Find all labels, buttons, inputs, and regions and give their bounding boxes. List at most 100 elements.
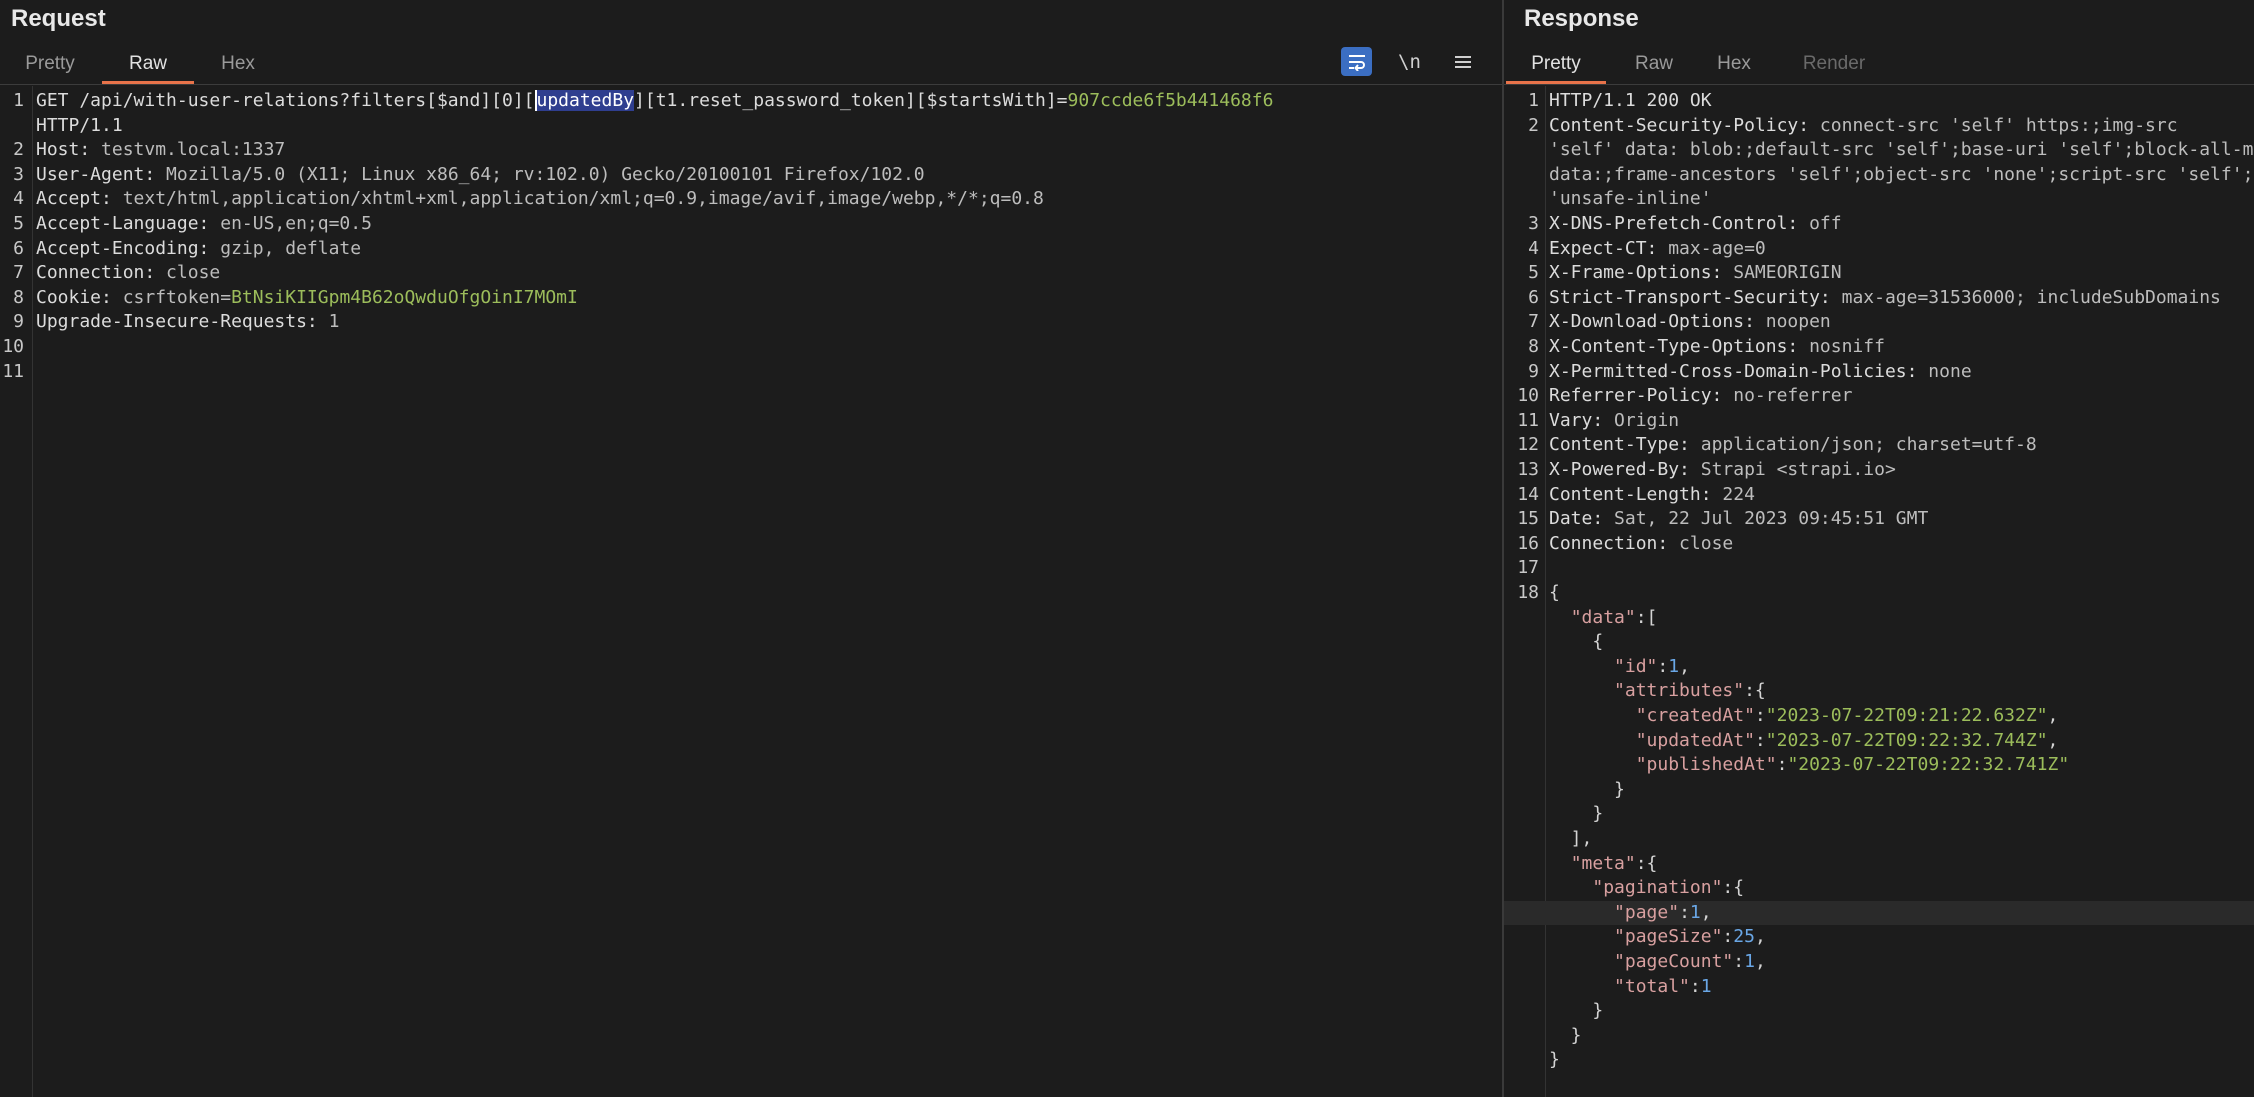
- hamburger-menu-icon[interactable]: [1447, 47, 1478, 76]
- line-number: 13: [1517, 459, 1539, 480]
- request-code-line[interactable]: 1 GET /api/with-user-relations?filters[$a…: [0, 89, 1502, 114]
- response-code-line[interactable]: "pageCount":1,: [1504, 950, 2254, 975]
- request-code-line[interactable]: 11: [0, 360, 1502, 385]
- response-code-line[interactable]: 10 Referrer-Policy: no-referrer: [1504, 384, 2254, 409]
- response-code-line[interactable]: 1 HTTP/1.1 200 OK: [1504, 89, 2254, 114]
- code-token: :{: [1722, 877, 1745, 899]
- response-code-line[interactable]: }: [1504, 778, 2254, 803]
- code-token: :: [1754, 729, 1766, 751]
- response-tab-hex[interactable]: Hex: [1699, 38, 1769, 81]
- line-content: }: [1549, 778, 1625, 803]
- response-code-line[interactable]: "meta":{: [1504, 852, 2254, 877]
- response-code-line[interactable]: 17: [1504, 556, 2254, 581]
- code-token: ,: [2047, 729, 2059, 751]
- line-content: Accept-Language: en-US,en;q=0.5: [36, 212, 372, 237]
- response-tab-raw[interactable]: Raw: [1619, 38, 1689, 81]
- response-code-line[interactable]: 4 Expect-CT: max-age=0: [1504, 237, 2254, 262]
- code-token: max-age=0: [1657, 237, 1766, 259]
- wrap-lines-icon[interactable]: [1341, 47, 1372, 76]
- code-token: }: [1549, 1000, 1604, 1022]
- response-code-line[interactable]: ],: [1504, 827, 2254, 852]
- line-content: Cookie: csrftoken=BtNsiKIIGpm4B62oQwduOf…: [36, 286, 578, 311]
- response-code-line[interactable]: 6 Strict-Transport-Security: max-age=3153…: [1504, 286, 2254, 311]
- request-code-line[interactable]: 2 Host: testvm.local:1337: [0, 138, 1502, 163]
- response-code-line[interactable]: 5 X-Frame-Options: SAMEORIGIN: [1504, 261, 2254, 286]
- response-editor[interactable]: 1 HTTP/1.1 200 OK 2 Content-Security-Policy…: [1504, 86, 2254, 1097]
- response-code-line[interactable]: 9 X-Permitted-Cross-Domain-Policies: none: [1504, 360, 2254, 385]
- response-code-line[interactable]: 15 Date: Sat, 22 Jul 2023 09:45:51 GMT: [1504, 507, 2254, 532]
- request-code-line[interactable]: 4 Accept: text/html,application/xhtml+xml…: [0, 187, 1502, 212]
- response-code-line[interactable]: }: [1504, 999, 2254, 1024]
- response-code-line[interactable]: 'unsafe-inline': [1504, 187, 2254, 212]
- response-code-line[interactable]: data:;frame-ancestors 'self';object-src …: [1504, 163, 2254, 188]
- code-token: :: [1754, 705, 1766, 726]
- response-code-line[interactable]: }: [1504, 1024, 2254, 1049]
- response-code-line[interactable]: 3 X-DNS-Prefetch-Control: off: [1504, 212, 2254, 237]
- response-code-line[interactable]: "total":1: [1504, 975, 2254, 1000]
- line-content: Connection: close: [1549, 532, 1733, 557]
- line-content: {: [1549, 630, 1603, 655]
- response-code-line[interactable]: "id":1,: [1504, 655, 2254, 680]
- request-code-line[interactable]: 6 Accept-Encoding: gzip, deflate: [0, 237, 1502, 262]
- request-code-line[interactable]: 8 Cookie: csrftoken=BtNsiKIIGpm4B62oQwduO…: [0, 286, 1502, 311]
- request-tab-raw[interactable]: Raw: [102, 38, 194, 84]
- response-tab-pretty[interactable]: Pretty: [1506, 38, 1606, 84]
- response-code-line[interactable]: "data":[: [1504, 606, 2254, 631]
- response-code-line[interactable]: {: [1504, 630, 2254, 655]
- response-code-line[interactable]: "createdAt":"2023-07-22T09:21:22.632Z",: [1504, 704, 2254, 729]
- response-tab-render[interactable]: Render: [1784, 38, 1884, 81]
- response-code-line[interactable]: 11 Vary: Origin: [1504, 409, 2254, 434]
- line-content: {: [1549, 581, 1560, 606]
- code-token: }: [1549, 1024, 1582, 1046]
- request-code-line[interactable]: 7 Connection: close: [0, 261, 1502, 286]
- line-content: X-Frame-Options: SAMEORIGIN: [1549, 261, 1842, 286]
- code-token: "2023-07-22T09:22:32.741Z": [1787, 754, 2070, 776]
- code-token: Accept-Language:: [36, 213, 210, 234]
- line-number: 8: [13, 286, 24, 308]
- response-code-line[interactable]: 13 X-Powered-By: Strapi <strapi.io>: [1504, 458, 2254, 483]
- response-code-line[interactable]: }: [1504, 1048, 2254, 1073]
- code-token: :: [1679, 901, 1690, 923]
- request-code-line[interactable]: 5 Accept-Language: en-US,en;q=0.5: [0, 212, 1502, 237]
- response-code-line[interactable]: 18 {: [1504, 581, 2254, 606]
- code-token: X-Frame-Options:: [1549, 262, 1723, 284]
- response-code-line[interactable]: 14 Content-Length: 224: [1504, 483, 2254, 508]
- response-code-line[interactable]: 2 Content-Security-Policy: connect-src 's…: [1504, 114, 2254, 139]
- response-code-line[interactable]: 16 Connection: close: [1504, 532, 2254, 557]
- code-token: "pageCount": [1614, 951, 1734, 972]
- hamburger-menu-icon-glyph: [1454, 55, 1471, 68]
- request-code-line[interactable]: 3 User-Agent: Mozilla/5.0 (X11; Linux x86…: [0, 163, 1502, 188]
- wrap-lines-icon-glyph: [1348, 54, 1365, 71]
- response-code-line[interactable]: 7 X-Download-Options: noopen: [1504, 310, 2254, 335]
- response-code-line[interactable]: "updatedAt":"2023-07-22T09:22:32.744Z",: [1504, 729, 2254, 754]
- code-token: "createdAt": [1635, 705, 1755, 726]
- request-code-line[interactable]: 9 Upgrade-Insecure-Requests: 1: [0, 310, 1502, 335]
- response-code-line[interactable]: "attributes":{: [1504, 679, 2254, 704]
- code-token: HTTP/1.1 200 OK: [1549, 90, 1712, 111]
- request-code-line[interactable]: 10: [0, 335, 1502, 360]
- response-code-line[interactable]: 'self' data: blob:;default-src 'self';ba…: [1504, 138, 2254, 163]
- code-token: Content-Type:: [1549, 434, 1690, 456]
- request-pane: Request Pretty Raw Hex \n 1 GET /api/wit…: [0, 0, 1502, 1097]
- request-editor[interactable]: 1 GET /api/with-user-relations?filters[$a…: [0, 86, 1502, 1097]
- line-content: X-Content-Type-Options: nosniff: [1549, 335, 1885, 360]
- line-content: "meta":{: [1549, 852, 1658, 877]
- request-tab-hex[interactable]: Hex: [203, 38, 273, 81]
- line-content: Referrer-Policy: no-referrer: [1549, 384, 1852, 409]
- response-code-line[interactable]: 12 Content-Type: application/json; charse…: [1504, 433, 2254, 458]
- response-code-line[interactable]: 8 X-Content-Type-Options: nosniff: [1504, 335, 2254, 360]
- show-newlines-button[interactable]: \n: [1394, 47, 1425, 76]
- response-code-line[interactable]: "pagination":{: [1504, 876, 2254, 901]
- response-code-line[interactable]: "page":1,: [1504, 900, 2254, 926]
- request-code-line[interactable]: HTTP/1.1: [0, 114, 1502, 139]
- line-number: 8: [1528, 336, 1539, 357]
- response-code-line[interactable]: "pageSize":25,: [1504, 925, 2254, 950]
- request-tab-pretty[interactable]: Pretty: [10, 38, 90, 81]
- code-token: "id": [1614, 655, 1658, 677]
- response-code-line[interactable]: "publishedAt":"2023-07-22T09:22:32.741Z": [1504, 753, 2254, 778]
- line-content: HTTP/1.1 200 OK: [1549, 89, 1712, 114]
- response-code-line[interactable]: }: [1504, 802, 2254, 827]
